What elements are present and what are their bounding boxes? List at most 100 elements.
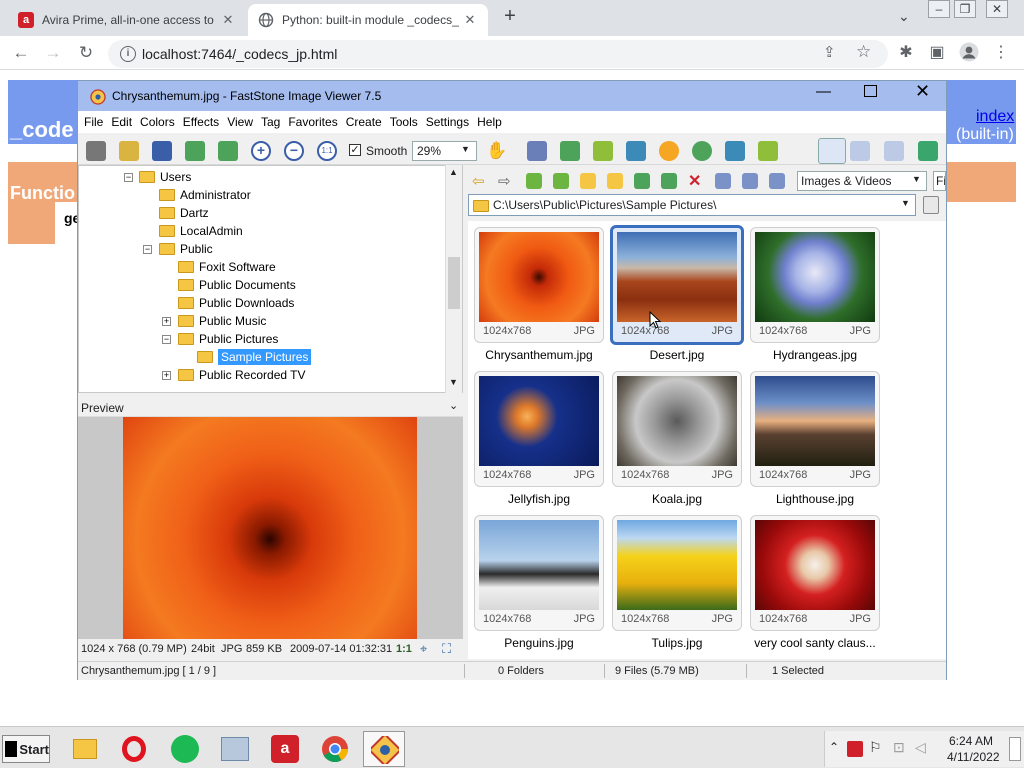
list-view-icon[interactable] <box>742 173 758 189</box>
app-close-button[interactable]: ✕ <box>915 81 930 102</box>
share-icon[interactable]: ⇪ <box>823 43 836 61</box>
batch-convert-icon[interactable] <box>626 141 646 161</box>
collapse-icon[interactable]: − <box>162 335 171 344</box>
copy-files-icon[interactable] <box>634 173 650 189</box>
tree-item-public-downloads[interactable]: Public Downloads <box>178 294 294 312</box>
slideshow-icon[interactable] <box>527 141 547 161</box>
tree-item-foxit-software[interactable]: Foxit Software <box>178 258 276 276</box>
minimize-window-button[interactable]: – <box>928 0 950 18</box>
smooth-checkbox[interactable]: ✓ <box>349 144 361 156</box>
thumbnail-card-selected[interactable]: 1024x768 JPG <box>610 225 744 345</box>
tab-python-codecs[interactable]: Python: built-in module _codecs_ ✕ <box>248 4 488 36</box>
spotify-taskbar-icon[interactable] <box>164 731 206 767</box>
avira-tray-icon[interactable] <box>847 741 863 757</box>
network-tray-icon[interactable]: ⊡ <box>893 739 905 756</box>
reload-icon[interactable]: ↻ <box>75 42 97 64</box>
zoom-in-icon[interactable]: + <box>251 141 271 161</box>
opera-taskbar-icon[interactable] <box>114 731 156 767</box>
delete-icon[interactable]: ✕ <box>688 171 701 191</box>
thumbnail-card[interactable]: 1024x768 JPG <box>750 227 880 343</box>
expand-icon[interactable]: + <box>162 371 171 380</box>
filter-options-box[interactable]: Fi <box>933 171 946 191</box>
actual-size-icon[interactable]: 1:1 <box>317 141 337 161</box>
flag-tray-icon[interactable]: ⚐ <box>869 739 882 756</box>
app-maximize-button[interactable] <box>864 85 877 97</box>
address-bar[interactable]: i localhost:7464/_codecs_jp.html ⇪ ☆ <box>108 40 888 68</box>
extensions-puzzle-icon[interactable]: ✱ <box>895 42 917 64</box>
menu-colors[interactable]: Colors <box>140 115 175 129</box>
back-arrow-icon[interactable]: ← <box>10 42 32 64</box>
tree-item-dartz[interactable]: Dartz <box>159 204 209 222</box>
camera-icon[interactable] <box>86 141 106 161</box>
menu-tag[interactable]: Tag <box>261 115 280 129</box>
layout-preview-icon[interactable] <box>850 141 870 161</box>
tree-item-administrator[interactable]: Administrator <box>159 186 251 204</box>
new-tab-button[interactable]: + <box>500 6 520 28</box>
clock-time[interactable]: 6:24 AM <box>949 734 993 748</box>
layout-browser-icon[interactable] <box>818 138 846 164</box>
open-folder-icon[interactable] <box>119 141 139 161</box>
thumbnail-card[interactable]: 1024x768 JPG <box>474 515 604 631</box>
copy-to-icon[interactable] <box>560 141 580 161</box>
favorite-folder-icon[interactable] <box>580 173 596 189</box>
zoom-select[interactable]: 29% ▼ <box>412 141 477 161</box>
menu-edit[interactable]: Edit <box>111 115 132 129</box>
forward-arrow-icon[interactable]: → <box>42 42 64 64</box>
thumbnail-card[interactable]: 1024x768 JPG <box>612 371 742 487</box>
tree-item-sample-pictures[interactable]: Sample Pictures <box>197 348 312 366</box>
menu-view[interactable]: View <box>227 115 253 129</box>
forward-folder-arrow-icon[interactable]: ⇨ <box>498 172 511 190</box>
notifications-icon[interactable] <box>1009 737 1021 761</box>
menu-settings[interactable]: Settings <box>426 115 469 129</box>
move-files-icon[interactable] <box>661 173 677 189</box>
avira-taskbar-icon[interactable]: a <box>264 731 306 767</box>
set-wallpaper-icon[interactable] <box>692 141 712 161</box>
tab-avira[interactable]: a Avira Prime, all-in-one access to ✕ <box>8 4 246 36</box>
thumbnail-card[interactable]: 1024x768 JPG <box>750 371 880 487</box>
menu-help[interactable]: Help <box>477 115 502 129</box>
fit-preview-icon[interactable]: ⌖ <box>420 641 427 657</box>
thumbnail-card[interactable]: 1024x768 JPG <box>474 227 604 343</box>
tree-item-public[interactable]: Public <box>159 240 213 258</box>
layout-full-icon[interactable] <box>884 141 904 161</box>
folder-path-combobox[interactable]: C:\Users\Public\Pictures\Sample Pictures… <box>468 194 916 216</box>
previous-image-icon[interactable] <box>185 141 205 161</box>
move-to-icon[interactable] <box>593 141 613 161</box>
thumbnail-card[interactable]: 1024x768 JPG <box>750 515 880 631</box>
thumbnail-card[interactable]: 1024x768 JPG <box>612 515 742 631</box>
hand-pan-icon[interactable]: ✋ <box>486 141 507 161</box>
profile-avatar-icon[interactable] <box>958 42 980 64</box>
thumbnail-card[interactable]: 1024x768 JPG <box>474 371 604 487</box>
adjust-lighting-icon[interactable] <box>659 141 679 161</box>
close-window-button[interactable]: ✕ <box>986 0 1008 18</box>
zoom-out-icon[interactable]: − <box>284 141 304 161</box>
scroll-down-icon[interactable]: ▼ <box>449 377 458 387</box>
app-minimize-button[interactable]: — <box>816 83 831 100</box>
menu-favorites[interactable]: Favorites <box>288 115 337 129</box>
next-image-icon[interactable] <box>218 141 238 161</box>
back-folder-arrow-icon[interactable]: ⇦ <box>472 172 485 190</box>
tree-item-users[interactable]: Users <box>139 168 191 186</box>
tree-scrollbar[interactable]: ▲ ▼ <box>445 165 462 393</box>
expand-preview-icon[interactable]: ⛶ <box>442 641 451 657</box>
new-folder-icon[interactable] <box>607 173 623 189</box>
chrome-taskbar-icon[interactable] <box>314 731 356 767</box>
start-button[interactable]: Start <box>2 735 50 763</box>
tree-item-public-documents[interactable]: Public Documents <box>178 276 296 294</box>
close-tab-icon[interactable]: ✕ <box>462 12 478 28</box>
close-tab-icon[interactable]: ✕ <box>220 12 236 28</box>
restore-window-button[interactable]: ❐ <box>954 0 976 18</box>
bookmark-star-icon[interactable]: ☆ <box>856 42 871 62</box>
tree-item-public-recorded-tv[interactable]: Public Recorded TV <box>178 366 306 384</box>
collapse-icon[interactable]: − <box>124 173 133 182</box>
thumbnail-view-icon[interactable] <box>715 173 731 189</box>
file-type-filter-select[interactable]: Images & Videos ▼ <box>797 171 927 191</box>
index-link[interactable]: index <box>976 108 1014 126</box>
faststone-taskbar-icon[interactable] <box>363 731 405 767</box>
expand-icon[interactable]: + <box>162 317 171 326</box>
tab-search-chevron-icon[interactable]: ⌄ <box>898 8 910 25</box>
menu-effects[interactable]: Effects <box>183 115 219 129</box>
side-panel-icon[interactable]: ▣ <box>926 42 948 64</box>
email-icon[interactable] <box>758 141 778 161</box>
fullscreen-icon[interactable] <box>918 141 938 161</box>
